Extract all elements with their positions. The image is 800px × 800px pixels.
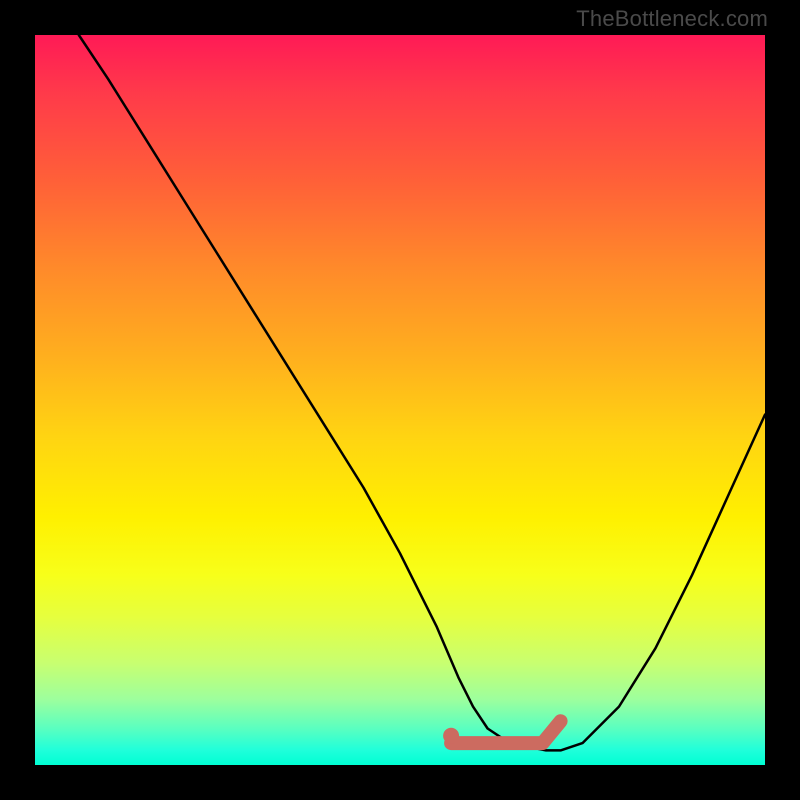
optimum-marker <box>35 35 765 765</box>
plot-area <box>35 35 765 765</box>
chart-frame: TheBottleneck.com <box>0 0 800 800</box>
watermark-text: TheBottleneck.com <box>576 6 768 32</box>
